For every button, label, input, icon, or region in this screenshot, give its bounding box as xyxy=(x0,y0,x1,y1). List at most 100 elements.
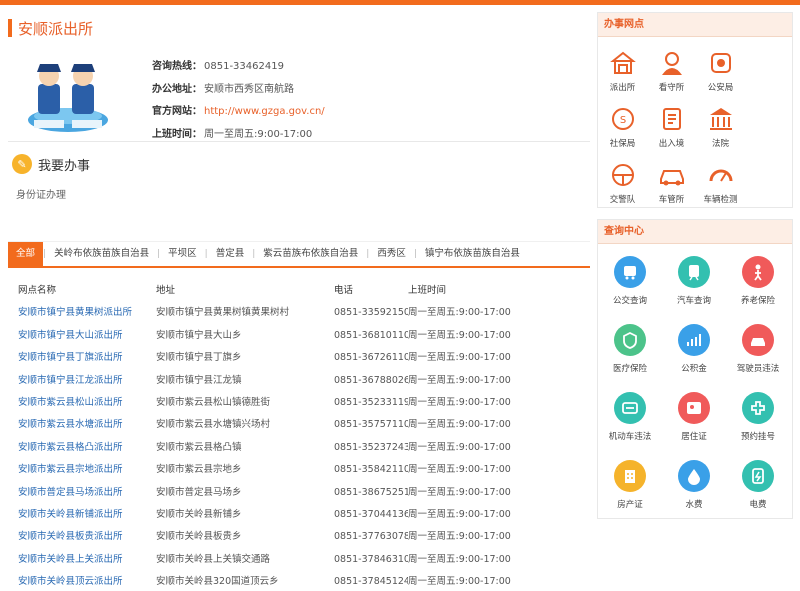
table-row: 安顺市关岭县新铺派出所 安顺市关岭县新铺乡 0851-37044136 周一至周五:9… xyxy=(18,504,590,526)
office-name-link[interactable]: 安顺市关岭县板贵派出所 xyxy=(18,526,156,548)
office-name-link[interactable]: 安顺市镇宁县丁旗派出所 xyxy=(18,347,156,369)
main-content: 安顺派出所 咨询热线： 0851-33462419 办公地址： 安顺市西秀区南航路 … xyxy=(8,14,590,587)
query-item-label: 驾驶员违法 xyxy=(736,364,780,374)
query-item-3[interactable]: 医疗保险 xyxy=(598,320,662,388)
office-address: 安顺市关岭县板贵乡 xyxy=(156,531,242,543)
id-card-icon xyxy=(678,392,710,424)
office-name-link[interactable]: 安顺市关岭县上关派出所 xyxy=(18,549,156,571)
office-item-4[interactable]: 出入境 xyxy=(647,99,696,155)
table-row: 安顺市关岭县板贵派出所 安顺市关岭县板贵乡 0851-37763078 周一至周五:9… xyxy=(18,526,590,548)
office-name-link[interactable]: 安顺市紫云县松山派出所 xyxy=(18,392,156,414)
office-phone: 0851-36810110 xyxy=(334,329,408,341)
station-info: 咨询热线： 0851-33462419 办公地址： 安顺市西秀区南航路 官方网站： h… xyxy=(8,42,590,142)
office-item-label: 交警队 xyxy=(609,195,636,205)
building-icon xyxy=(614,460,646,492)
detention-icon xyxy=(661,52,682,75)
office-item-label: 社保局 xyxy=(609,139,636,149)
tab-3[interactable]: 普定县 xyxy=(208,242,253,266)
office-address: 安顺市关岭县320国道顶云乡 xyxy=(156,576,279,588)
office-item-label: 看守所 xyxy=(658,83,685,93)
traffic-police-icon xyxy=(611,164,634,186)
page-title: 安顺派出所 xyxy=(18,19,94,38)
query-item-label: 医疗保险 xyxy=(612,364,647,374)
query-item-6[interactable]: 机动车违法 xyxy=(598,388,662,456)
office-name-link[interactable]: 安顺市紫云县宗地派出所 xyxy=(18,459,156,481)
office-name-link[interactable]: 安顺市关岭县新铺派出所 xyxy=(18,504,156,526)
query-item-label: 养老保险 xyxy=(740,296,775,306)
table-row: 安顺市镇宁县江龙派出所 安顺市镇宁县江龙镇 0851-36788026 周一至周五:9… xyxy=(18,370,590,392)
office-hours: 周一至周五:9:00-17:00 xyxy=(408,307,511,319)
office-item-8[interactable]: 车辆检测 xyxy=(696,155,745,211)
office-phone: 0851-37044136 xyxy=(334,508,408,520)
services-item[interactable]: 身份证办理 xyxy=(16,186,66,201)
office-phone: 0851-35237243 xyxy=(334,441,408,453)
office-name-link[interactable]: 安顺市镇宁县江龙派出所 xyxy=(18,370,156,392)
tab-6[interactable]: 镇宁布依族苗族自治县 xyxy=(417,242,528,266)
office-address: 安顺市镇宁县黄果树镇黄果树村 xyxy=(156,307,290,319)
hours-value: 周一至周五:9:00-17:00 xyxy=(204,128,313,140)
query-item-10[interactable]: 水费 xyxy=(662,456,726,524)
office-name-link[interactable]: 安顺市普定县马场派出所 xyxy=(18,482,156,504)
table-row: 安顺市关岭县上关派出所 安顺市关岭县上关镇交通路 0851-37846310 周一至周… xyxy=(18,549,590,571)
tab-0[interactable]: 全部 xyxy=(8,242,44,266)
office-item-0[interactable]: 派出所 xyxy=(598,43,647,99)
office-item-label: 车辆检测 xyxy=(703,195,738,205)
website-label: 官方网站： xyxy=(152,106,202,117)
office-name-link[interactable]: 安顺市镇宁县黄果树派出所 xyxy=(18,302,156,324)
tab-2[interactable]: 平坝区 xyxy=(160,242,205,266)
office-item-1[interactable]: 看守所 xyxy=(647,43,696,99)
query-item-8[interactable]: 预约挂号 xyxy=(726,388,790,456)
office-phone: 0851-35757110 xyxy=(334,419,408,431)
hotline-line: 咨询热线： 0851-33462419 xyxy=(152,56,325,79)
hotline-value: 0851-33462419 xyxy=(204,61,284,72)
query-item-4[interactable]: 公积金 xyxy=(662,320,726,388)
office-phone: 0851-38675251 xyxy=(334,486,408,498)
office-name-link[interactable]: 安顺市镇宁县大山派出所 xyxy=(18,325,156,347)
website-link[interactable]: http://www.gzga.gov.cn/ xyxy=(204,106,325,117)
office-item-7[interactable]: 车管所 xyxy=(647,155,696,211)
query-item-2[interactable]: 养老保险 xyxy=(726,252,790,320)
tab-4[interactable]: 紫云苗族布依族自治县 xyxy=(255,242,366,266)
query-item-label: 预约挂号 xyxy=(740,432,775,442)
office-name-link[interactable]: 安顺市紫云县水塘派出所 xyxy=(18,414,156,436)
handshake-icon: ✎ xyxy=(12,154,32,174)
offices-panel-title: 办事网点 xyxy=(598,13,792,37)
table-row: 安顺市紫云县宗地派出所 安顺市紫云县宗地乡 0851-35842110 周一至周五:9… xyxy=(18,459,590,481)
query-item-11[interactable]: 电费 xyxy=(726,456,790,524)
electricity-icon xyxy=(742,460,774,492)
query-item-7[interactable]: 居住证 xyxy=(662,388,726,456)
tab-5[interactable]: 西秀区 xyxy=(369,242,414,266)
tab-1[interactable]: 关岭布依族苗族自治县 xyxy=(46,242,157,266)
query-item-label: 房产证 xyxy=(617,500,643,510)
chart-icon xyxy=(678,324,710,356)
office-item-6[interactable]: 交警队 xyxy=(598,155,647,211)
query-item-5[interactable]: 驾驶员违法 xyxy=(726,320,790,388)
vehicle-violation-icon xyxy=(614,392,646,424)
office-hours: 周一至周五:9:00-17:00 xyxy=(408,329,511,341)
bus-icon xyxy=(614,256,646,288)
top-accent-bar xyxy=(0,0,800,5)
office-address: 安顺市关岭县新铺乡 xyxy=(156,508,242,520)
query-item-1[interactable]: 汽车查询 xyxy=(662,252,726,320)
train-icon xyxy=(678,256,710,288)
office-hours: 周一至周五:9:00-17:00 xyxy=(408,352,511,364)
address-label: 办公地址： xyxy=(152,83,202,95)
police-station-icon xyxy=(609,51,636,74)
office-item-3[interactable]: S 社保局 xyxy=(598,99,647,155)
office-item-label: 公安局 xyxy=(707,83,734,93)
office-item-2[interactable]: 公安局 xyxy=(696,43,745,99)
col-header-phone: 电话 xyxy=(334,285,354,296)
office-item-5[interactable]: 法院 xyxy=(696,99,745,155)
social-security-icon: S xyxy=(611,108,634,130)
query-item-0[interactable]: 公交查询 xyxy=(598,252,662,320)
office-name-link[interactable]: 安顺市紫云县格凸派出所 xyxy=(18,437,156,459)
office-name-link[interactable]: 安顺市关岭县顶云派出所 xyxy=(18,571,156,591)
query-item-9[interactable]: 房产证 xyxy=(598,456,662,524)
vehicle-test-icon xyxy=(709,169,732,182)
office-hours: 周一至周五:9:00-17:00 xyxy=(408,531,511,543)
car-icon xyxy=(742,324,774,356)
office-hours: 周一至周五:9:00-17:00 xyxy=(408,486,511,498)
office-address: 安顺市镇宁县江龙镇 xyxy=(156,374,242,386)
office-hours: 周一至周五:9:00-17:00 xyxy=(408,508,511,520)
court-icon xyxy=(709,108,732,130)
